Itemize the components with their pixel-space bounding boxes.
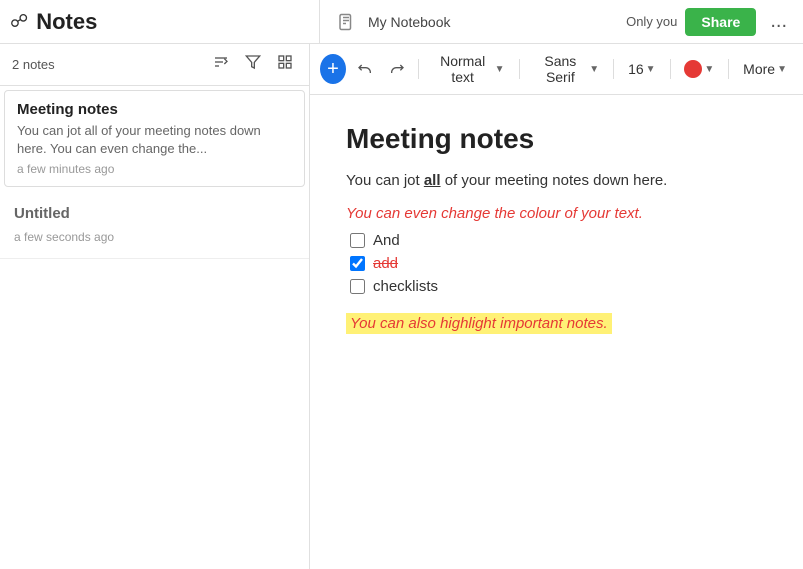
- color-circle: [684, 60, 702, 78]
- checklist-item-checklists: checklists: [350, 278, 767, 295]
- redo-button[interactable]: [384, 58, 410, 80]
- checklist-item-and: And: [350, 232, 767, 249]
- app-title: Notes: [36, 9, 97, 35]
- editor: + Normal text ▼ Sans Serif ▼ 16 ▼: [310, 44, 803, 569]
- top-bar: ☍ Notes My Notebook Only you Share ...: [0, 0, 803, 44]
- sidebar: 2 notes Meeting notes You can jot all of…: [0, 44, 310, 569]
- layout-button[interactable]: [273, 52, 297, 77]
- app-header: ☍ Notes: [10, 0, 320, 43]
- toolbar-divider4: [670, 59, 671, 79]
- undo-button[interactable]: [352, 58, 378, 80]
- font-size-label: 16: [628, 61, 644, 77]
- checklist-checkbox-and[interactable]: [350, 233, 365, 248]
- color-caret: ▼: [704, 64, 714, 75]
- editor-content[interactable]: Meeting notes You can jot all of your me…: [310, 95, 803, 569]
- text-style-label: Normal text: [433, 53, 493, 85]
- app-icon: ☍: [10, 11, 28, 32]
- editor-toolbar: + Normal text ▼ Sans Serif ▼ 16 ▼: [310, 44, 803, 95]
- sidebar-header: 2 notes: [0, 44, 309, 86]
- text-style-caret: ▼: [495, 64, 505, 75]
- highlight-note: You can also highlight important notes.: [346, 313, 612, 334]
- font-family-dropdown[interactable]: Sans Serif ▼: [527, 50, 605, 88]
- note-heading: Meeting notes: [346, 123, 767, 155]
- font-family-caret: ▼: [589, 64, 599, 75]
- toolbar-divider3: [613, 59, 614, 79]
- note-item-untitled[interactable]: Untitled a few seconds ago: [0, 191, 309, 259]
- main-layout: 2 notes Meeting notes You can jot all of…: [0, 44, 803, 569]
- checklist-item-add: add: [350, 255, 767, 272]
- only-you-label: Only you: [626, 14, 677, 29]
- checklist-label-and: And: [373, 232, 400, 249]
- note-item-title: Meeting notes: [17, 101, 292, 118]
- more-caret: ▼: [777, 64, 787, 75]
- body-suffix: of your meeting notes down here.: [441, 172, 668, 189]
- text-style-dropdown[interactable]: Normal text ▼: [427, 50, 511, 88]
- add-button[interactable]: +: [320, 54, 346, 84]
- body-all: all: [424, 172, 441, 189]
- note-count: 2 notes: [12, 57, 201, 72]
- checklist-label-checklists: checklists: [373, 278, 438, 295]
- notebook-icon-wrap: [332, 8, 360, 36]
- font-family-label: Sans Serif: [533, 53, 587, 85]
- filter-button[interactable]: [241, 52, 265, 77]
- checklist-checkbox-checklists[interactable]: [350, 279, 365, 294]
- note-item-time: a few minutes ago: [17, 162, 292, 176]
- checklist-checkbox-add[interactable]: [350, 256, 365, 271]
- color-dropdown[interactable]: ▼: [678, 57, 720, 81]
- sort-button[interactable]: [209, 52, 233, 77]
- more-label: More: [743, 61, 775, 77]
- notes-list: Meeting notes You can jot all of your me…: [0, 86, 309, 569]
- font-size-dropdown[interactable]: 16 ▼: [622, 58, 661, 80]
- note-colored-text: You can even change the colour of your t…: [346, 205, 767, 222]
- more-options-button[interactable]: ...: [764, 6, 793, 37]
- note-body: You can jot all of your meeting notes do…: [346, 169, 767, 193]
- notebook-header: My Notebook Only you Share ...: [320, 6, 793, 37]
- toolbar-divider: [418, 59, 419, 79]
- note-item-time: a few seconds ago: [14, 226, 295, 254]
- note-item-title: Untitled: [14, 205, 295, 222]
- more-dropdown[interactable]: More ▼: [737, 58, 793, 80]
- note-item-preview: You can jot all of your meeting notes do…: [17, 122, 292, 158]
- font-size-caret: ▼: [646, 64, 656, 75]
- notebook-icon: [337, 13, 355, 31]
- body-prefix: You can jot: [346, 172, 424, 189]
- checklist-label-add: add: [373, 255, 398, 272]
- note-item-meeting[interactable]: Meeting notes You can jot all of your me…: [4, 90, 305, 187]
- notebook-title: My Notebook: [368, 14, 450, 30]
- share-button[interactable]: Share: [685, 8, 756, 36]
- toolbar-divider2: [519, 59, 520, 79]
- toolbar-divider5: [728, 59, 729, 79]
- checklist: And add checklists: [350, 232, 767, 295]
